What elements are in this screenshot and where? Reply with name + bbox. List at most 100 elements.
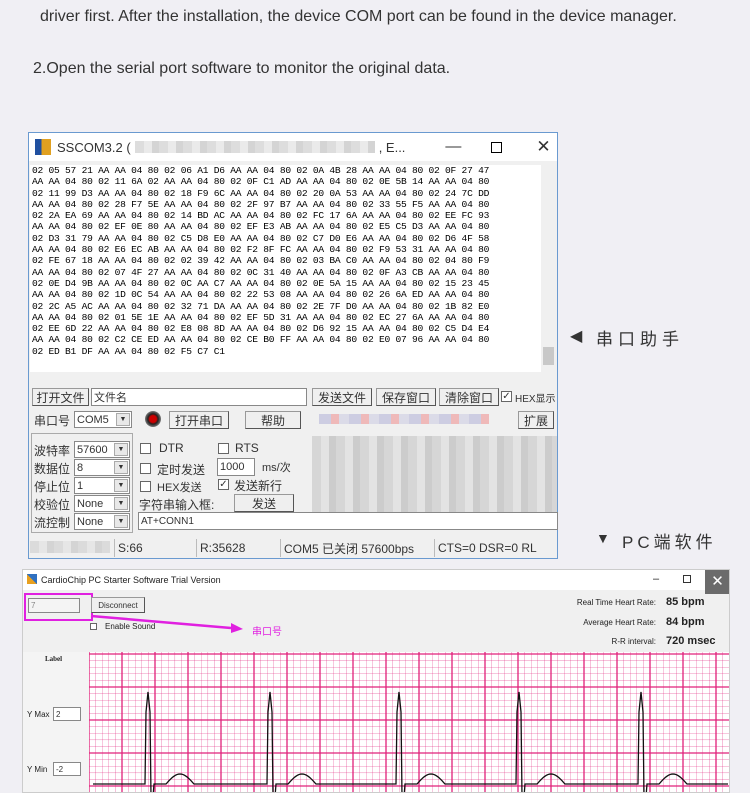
rts-label: RTS <box>235 441 259 455</box>
window-title-suffix: , E... <box>378 139 406 155</box>
ymin-label: Y Min <box>27 765 48 774</box>
close-button[interactable]: ✕ <box>536 137 550 157</box>
hex-line: AA AA 04 80 02 07 4F 27 AA AA 04 80 02 0… <box>32 266 490 278</box>
hex-send-checkbox[interactable] <box>140 481 151 492</box>
hex-line: AA AA 04 80 02 28 F7 5E AA AA 04 80 02 2… <box>32 198 490 210</box>
signal-state: CTS=0 DSR=0 RL <box>434 539 556 557</box>
send-newline-label: 发送新行 <box>234 479 283 493</box>
hex-line: 02 11 99 D3 AA AA 04 80 02 18 F9 6C AA A… <box>32 187 490 199</box>
sscom-window: SSCOM3.2 ( , E... — ✕ 02 05 57 21 AA AA … <box>28 132 558 559</box>
blurred-panel <box>312 436 557 512</box>
ymin-field[interactable]: -2 <box>53 762 81 776</box>
timed-send-label: 定时发送 <box>157 463 206 477</box>
file-name-field[interactable]: 文件名 <box>91 388 307 406</box>
help-button[interactable]: 帮助 <box>245 411 301 429</box>
annotation-arrow-icon <box>90 614 243 633</box>
chevron-down-icon: ▼ <box>114 461 128 474</box>
rt-heart-rate-value: 85 bpm <box>666 596 705 608</box>
close-button[interactable]: ✕ <box>705 570 729 594</box>
chevron-down-icon: ▼ <box>116 413 130 426</box>
save-window-button[interactable]: 保存窗口 <box>376 388 436 406</box>
parity-label: 校验位 <box>34 498 71 512</box>
hex-line: 02 FE 67 18 AA AA 04 80 02 02 39 42 AA A… <box>32 255 490 267</box>
flow-value: None <box>77 515 104 528</box>
port-field[interactable]: 7 <box>28 598 80 613</box>
hex-line: AA AA 04 80 02 C2 CE ED AA AA 04 80 02 C… <box>32 334 490 346</box>
hex-line: AA AA 04 80 02 EF 0E 80 AA AA 04 80 02 E… <box>32 221 490 233</box>
port-state: COM5 已关闭 57600bps <box>280 539 428 557</box>
dtr-label: DTR <box>159 441 184 455</box>
hex-line: 02 EE 6D 22 AA AA 04 80 02 E8 08 8D AA A… <box>32 323 490 335</box>
data-bits-select[interactable]: 8 ▼ <box>74 459 130 476</box>
data-bits-label: 数据位 <box>34 462 71 476</box>
open-port-button[interactable]: 打开串口 <box>169 411 229 429</box>
ymax-field[interactable]: 2 <box>53 707 81 721</box>
chevron-down-icon: ▼ <box>114 479 128 492</box>
cardio-window: CardioChip PC Starter Software Trial Ver… <box>22 569 730 793</box>
port-status-light-icon <box>145 411 161 427</box>
send-file-button[interactable]: 发送文件 <box>312 388 372 406</box>
plot-label: Label <box>45 655 63 663</box>
hex-line: AA AA 04 80 02 E6 EC AB AA AA 04 80 02 F… <box>32 244 490 256</box>
scrollbar-thumb[interactable] <box>543 347 554 365</box>
caption-serial-arrow-icon: ◀ <box>570 328 583 345</box>
receive-area[interactable]: 02 05 57 21 AA AA 04 80 02 06 A1 D6 AA A… <box>30 165 541 372</box>
string-input[interactable]: AT+CONN1 <box>138 512 558 530</box>
clear-window-button[interactable]: 清除窗口 <box>439 388 499 406</box>
hex-display-checkbox[interactable]: ✓ <box>501 391 512 402</box>
caption-serial: 串口助手 <box>596 330 684 349</box>
baud-label: 波特率 <box>34 444 71 458</box>
flow-label: 流控制 <box>34 516 71 530</box>
chevron-down-icon: ▼ <box>114 497 128 510</box>
flow-select[interactable]: None ▼ <box>74 513 130 530</box>
blurred-ad <box>319 414 489 424</box>
avg-heart-rate-value: 84 bpm <box>666 616 705 628</box>
send-button[interactable]: 发送 <box>234 494 294 512</box>
doc-text: driver first. After the installation, th… <box>40 8 677 25</box>
scrollbar[interactable] <box>541 165 556 372</box>
open-file-button[interactable]: 打开文件 <box>32 388 89 406</box>
send-newline-checkbox[interactable]: ✓ <box>218 479 229 490</box>
hex-line: 02 ED B1 DF AA AA 04 80 02 F5 C7 C1 <box>32 345 225 357</box>
title-bar: SSCOM3.2 ( , E... — ✕ <box>29 133 557 161</box>
expand-button[interactable]: 扩展 <box>518 411 554 429</box>
chevron-down-icon: ▼ <box>114 515 128 528</box>
hex-line: 02 D3 31 79 AA AA 04 80 02 C5 D8 E0 AA A… <box>32 232 490 244</box>
timed-send-checkbox[interactable] <box>140 463 151 474</box>
sent-count: S:66 <box>114 539 196 557</box>
avg-heart-rate-label: Average Heart Rate: <box>583 618 656 627</box>
rr-interval-value: 720 msec <box>666 635 716 647</box>
hex-line: AA AA 04 80 02 11 6A 02 AA AA 04 80 02 0… <box>32 176 490 188</box>
minimize-button[interactable]: — <box>445 138 461 156</box>
ecg-plot <box>89 652 729 792</box>
rt-heart-rate-label: Real Time Heart Rate: <box>576 598 656 607</box>
stop-bits-label: 停止位 <box>34 480 71 494</box>
hex-line: 02 0E D4 9B AA AA 04 80 02 0C AA C7 AA A… <box>32 277 490 289</box>
hex-send-label: HEX发送 <box>157 482 202 494</box>
stop-bits-select[interactable]: 1 ▼ <box>74 477 130 494</box>
hex-line: 02 2A EA 69 AA AA 04 80 02 14 BD AC AA A… <box>32 210 490 222</box>
parity-select[interactable]: None ▼ <box>74 495 130 512</box>
string-input-label: 字符串输入框: <box>139 498 215 512</box>
hex-line: AA AA 04 80 02 01 5E 1E AA AA 04 80 02 E… <box>32 311 490 323</box>
caption-pc: PC端软件 <box>622 533 717 552</box>
stop-bits-value: 1 <box>77 479 84 492</box>
app-icon <box>27 574 37 584</box>
baud-select[interactable]: 57600 ▼ <box>74 441 130 458</box>
rts-checkbox[interactable] <box>218 443 229 454</box>
hex-line: AA AA 04 80 02 1D 0C 54 AA AA 04 80 02 2… <box>32 289 490 301</box>
maximize-button[interactable] <box>683 575 691 583</box>
maximize-button[interactable] <box>491 141 503 153</box>
port-select[interactable]: COM5 ▼ <box>74 411 132 428</box>
window-title: CardioChip PC Starter Software Trial Ver… <box>41 575 221 585</box>
interval-field[interactable]: 1000 <box>217 458 255 476</box>
port-label: 串口号 <box>34 414 71 428</box>
received-count: R:35628 <box>196 539 278 557</box>
minimize-button[interactable]: – <box>653 573 659 585</box>
dtr-checkbox[interactable] <box>140 443 151 454</box>
blurred-status <box>30 541 110 553</box>
parity-value: None <box>77 497 104 510</box>
chevron-down-icon: ▼ <box>114 443 128 456</box>
blurred-title <box>134 141 375 153</box>
baud-value: 57600 <box>77 443 108 456</box>
